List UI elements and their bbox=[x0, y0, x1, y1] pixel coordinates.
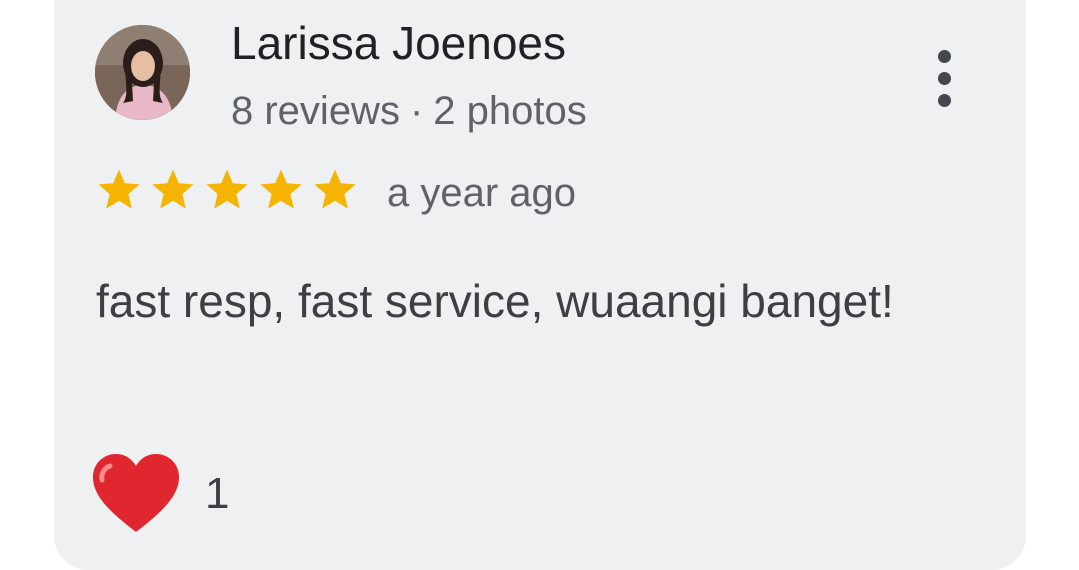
reviews-count: 8 reviews bbox=[231, 89, 400, 133]
photos-count: 2 photos bbox=[433, 89, 587, 133]
reviewer-name[interactable]: Larissa Joenoes bbox=[231, 14, 566, 72]
reviewer-avatar[interactable] bbox=[95, 25, 190, 120]
star-icon bbox=[206, 169, 248, 209]
meta-separator: · bbox=[409, 89, 424, 133]
review-time: a year ago bbox=[387, 171, 577, 215]
star-icon bbox=[98, 169, 140, 209]
star-icon bbox=[314, 169, 356, 209]
review-text: fast resp, fast service, wuaangi banget! bbox=[96, 275, 894, 327]
reviewer-meta: 8 reviews · 2 photos bbox=[231, 84, 587, 138]
star-icon bbox=[260, 169, 302, 209]
avatar-photo bbox=[95, 25, 190, 120]
reaction-count: 1 bbox=[205, 469, 230, 518]
more-vertical-icon bbox=[938, 50, 951, 63]
heart-reaction-button[interactable] bbox=[90, 452, 182, 536]
star-rating bbox=[94, 166, 360, 214]
more-vertical-icon-dot bbox=[938, 72, 951, 85]
more-options-button[interactable] bbox=[928, 48, 962, 110]
more-vertical-icon-dot bbox=[938, 94, 951, 107]
heart-icon bbox=[93, 454, 179, 532]
star-icon bbox=[152, 169, 194, 209]
